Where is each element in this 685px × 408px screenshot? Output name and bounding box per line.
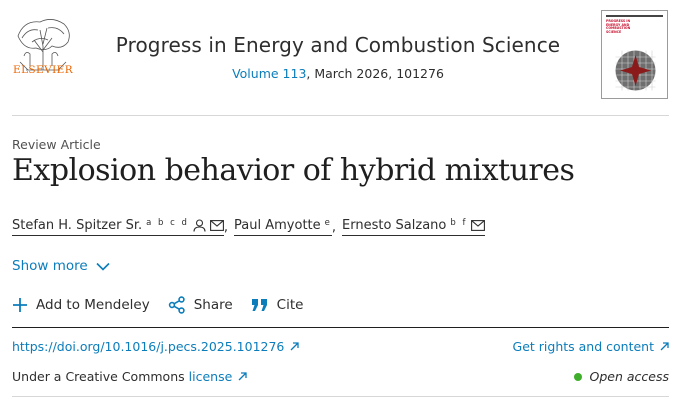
cite-label: Cite: [276, 297, 304, 313]
share-button[interactable]: Share: [168, 296, 233, 314]
journal-cover-thumbnail[interactable]: PROGRESS IN ENERGY AND COMBUSTION SCIENC…: [601, 10, 668, 99]
doi-text: https://doi.org/10.1016/j.pecs.2025.1012…: [12, 339, 285, 354]
open-access-label: Open access: [589, 369, 669, 384]
issue-date: , March 2026, 101276: [306, 66, 444, 81]
license-link[interactable]: license: [189, 369, 248, 384]
show-more-label: Show more: [12, 258, 88, 274]
article-type: Review Article: [12, 137, 101, 152]
publisher-wordmark[interactable]: ELSEVIER: [12, 64, 74, 76]
rights-text: Get rights and content: [512, 339, 654, 354]
external-link-icon: [238, 372, 247, 381]
plus-icon: [13, 298, 27, 312]
volume-link[interactable]: Volume 113: [232, 66, 306, 81]
share-label: Share: [193, 297, 233, 313]
doi-link[interactable]: https://doi.org/10.1016/j.pecs.2025.1012…: [12, 339, 300, 354]
open-access-dot-icon: [573, 372, 582, 381]
cite-button[interactable]: Cite: [251, 297, 304, 313]
footer-divider: [12, 396, 669, 397]
author-name: Paul Amyotte: [234, 218, 321, 233]
cover-top-bar: [606, 15, 663, 17]
author-list: Stefan H. Spitzer Sr. a b c d , Paul Amy…: [12, 216, 486, 238]
journal-title[interactable]: Progress in Energy and Combustion Scienc…: [100, 33, 576, 57]
cover-image: [615, 50, 656, 91]
author-affiliations: e: [324, 217, 332, 228]
cover-title: PROGRESS IN ENERGY AND COMBUSTION SCIENC…: [606, 19, 631, 34]
mendeley-label: Add to Mendeley: [36, 297, 150, 313]
license-statement: Under a Creative Commons license: [12, 369, 247, 384]
add-to-mendeley-button[interactable]: Add to Mendeley: [12, 297, 150, 313]
external-link-icon: [290, 342, 300, 351]
email-icon: [471, 220, 486, 231]
author-link[interactable]: Stefan H. Spitzer Sr. a b c d: [12, 218, 224, 236]
author-link[interactable]: Paul Amyotte e: [234, 218, 332, 236]
chevron-down-icon: [96, 262, 110, 271]
open-access-badge: Open access: [573, 369, 669, 384]
journal-header: ELSEVIER Progress in Energy and Combusti…: [0, 0, 685, 116]
show-more-button[interactable]: Show more: [12, 258, 110, 274]
cc-text: Under a Creative Commons: [12, 369, 185, 384]
quote-icon: [251, 299, 267, 311]
author-link[interactable]: Ernesto Salzano b f: [342, 217, 486, 236]
header-divider: [12, 115, 669, 116]
article-title: Explosion behavior of hybrid mixtures: [12, 153, 575, 188]
article-actions: Add to Mendeley Share Cite: [12, 296, 321, 314]
email-icon: [209, 220, 224, 231]
get-rights-link[interactable]: Get rights and content: [513, 339, 669, 354]
author-separator: ,: [223, 219, 229, 235]
share-icon: [168, 296, 185, 314]
author-affiliations: a b c d: [146, 217, 189, 228]
author-name: Ernesto Salzano: [342, 218, 447, 233]
person-icon: [193, 219, 206, 232]
actions-divider: [12, 327, 669, 328]
issue-info: Volume 113, March 2026, 101276: [100, 66, 576, 81]
external-link-icon: [660, 342, 669, 351]
author-affiliations: b f: [450, 217, 468, 228]
license-label: license: [188, 369, 233, 384]
author-name: Stefan H. Spitzer Sr.: [12, 218, 143, 233]
author-separator: ,: [331, 219, 337, 235]
